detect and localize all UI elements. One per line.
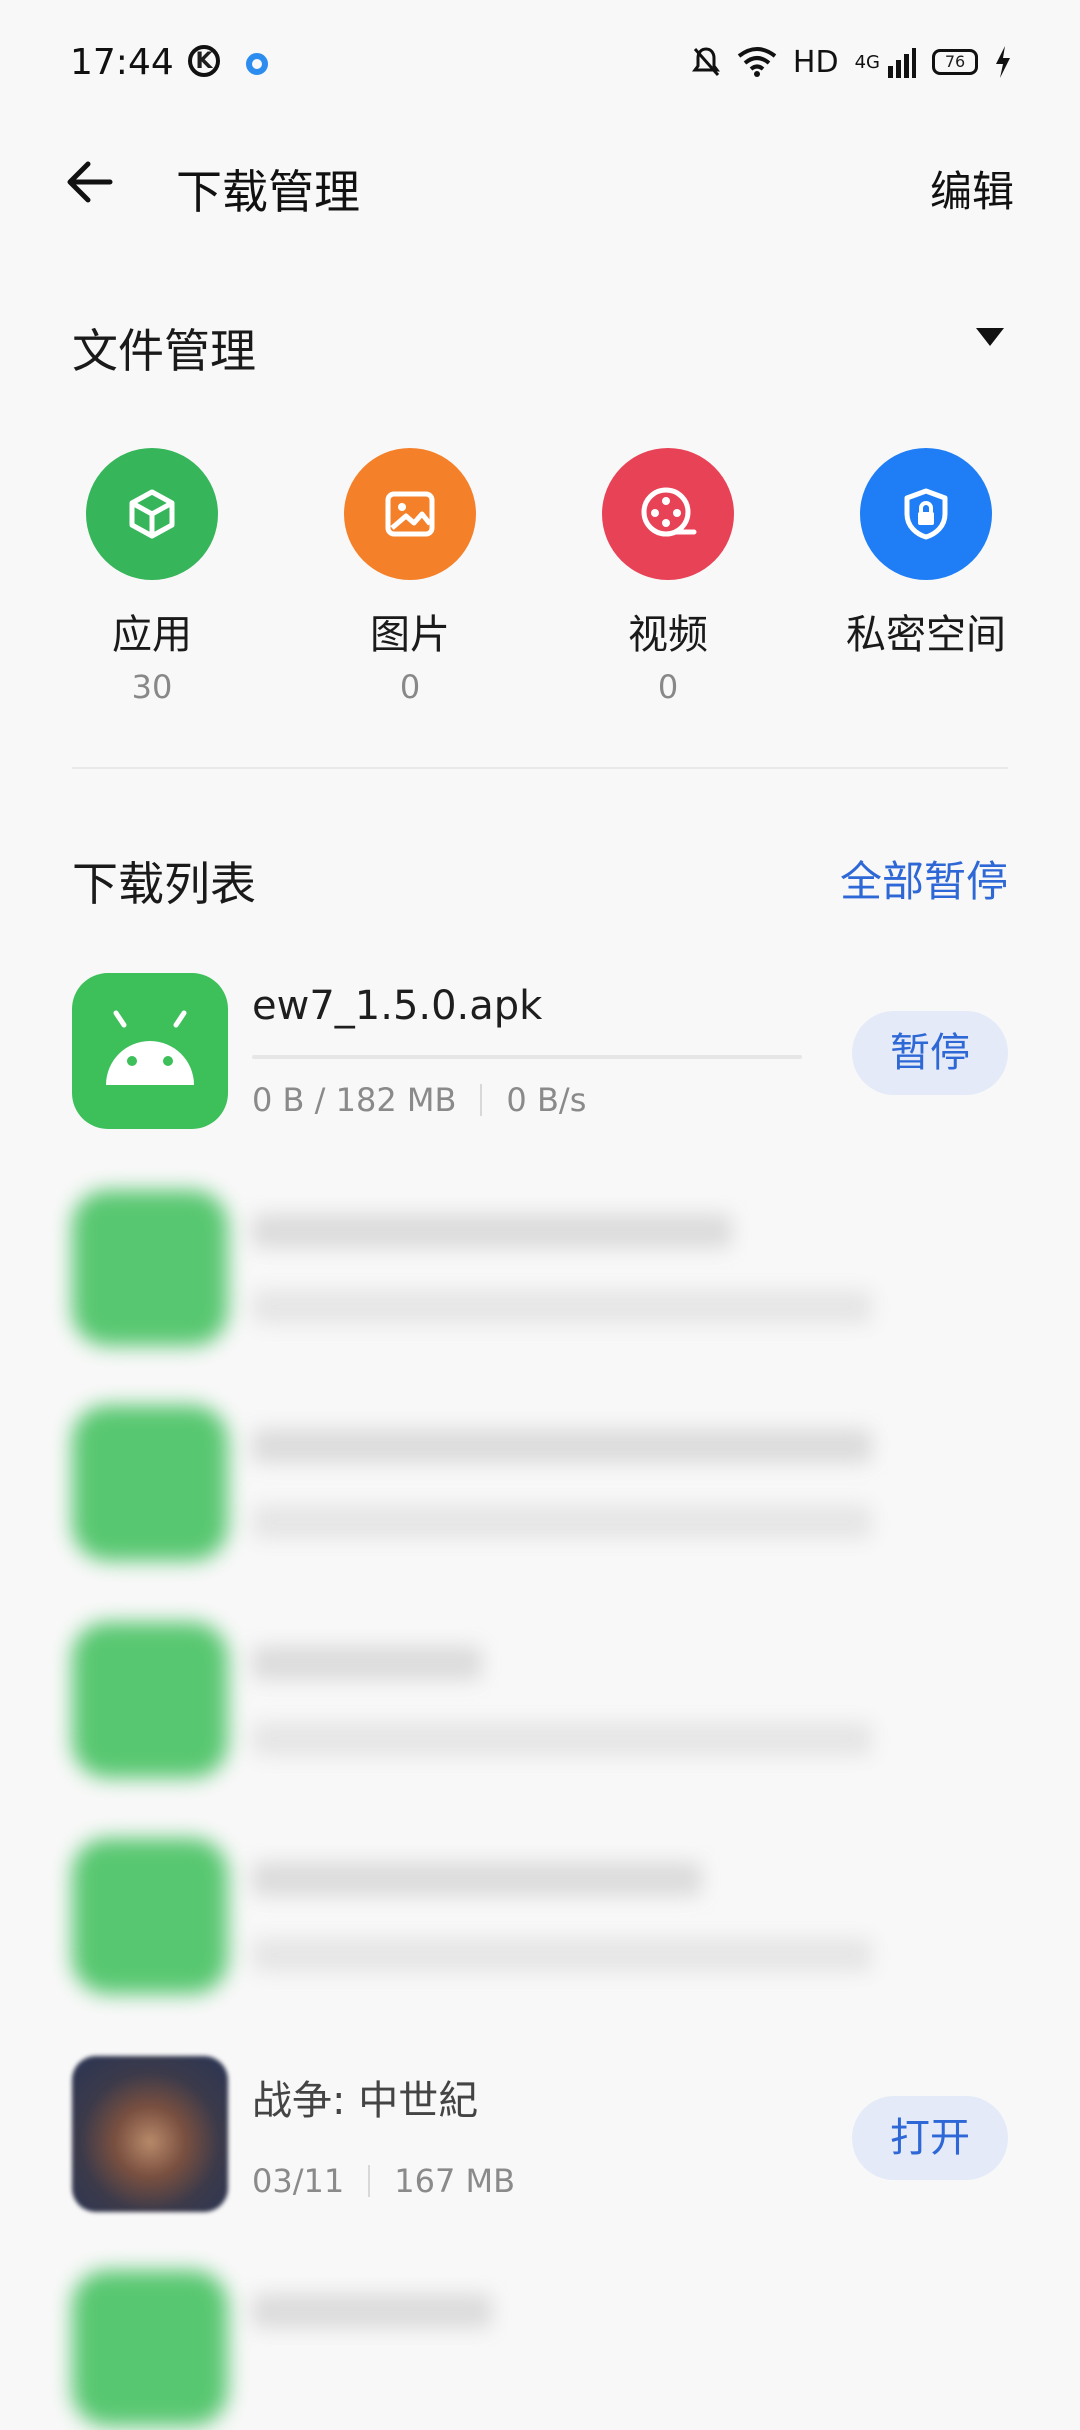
category-label: 图片 xyxy=(370,612,450,658)
wifi-icon xyxy=(737,47,777,77)
blurred-name xyxy=(252,1862,702,1896)
download-item-blurred[interactable] xyxy=(0,1838,1080,1998)
app-header: 下载管理 编辑 xyxy=(0,130,1080,235)
blurred-name xyxy=(252,2294,492,2328)
bell-muted-icon xyxy=(691,47,720,76)
blurred-name xyxy=(252,1646,482,1680)
category-apps[interactable]: 应用 30 xyxy=(22,448,282,706)
android-app-icon xyxy=(72,1838,228,1994)
download-file-name: 战争: 中世紀 xyxy=(252,2078,479,2124)
download-meta: 03/11 167 MB xyxy=(252,2162,515,2200)
category-videos[interactable]: 视频 0 xyxy=(538,448,798,706)
download-size: 167 MB xyxy=(394,2162,516,2200)
hd-label: HD xyxy=(792,44,839,80)
back-arrow-icon[interactable] xyxy=(60,152,120,212)
download-item-blurred[interactable] xyxy=(0,2270,1080,2430)
k-app-icon: K xyxy=(188,45,220,77)
battery-icon: 76 xyxy=(932,49,978,75)
download-file-name: ew7_1.5.0.apk xyxy=(252,983,543,1029)
download-item-blurred[interactable] xyxy=(0,1405,1080,1565)
image-icon xyxy=(344,448,476,580)
category-label: 应用 xyxy=(112,612,192,658)
section-divider xyxy=(72,767,1008,769)
game-app-icon xyxy=(72,2056,228,2212)
pause-all-button[interactable]: 全部暂停 xyxy=(840,848,1008,909)
blurred-meta xyxy=(252,1722,872,1756)
category-label: 视频 xyxy=(628,612,708,658)
download-progress-bar xyxy=(252,1055,802,1059)
file-management-title: 文件管理 xyxy=(72,324,256,378)
category-images[interactable]: 图片 0 xyxy=(280,448,540,706)
category-row: 应用 30 图片 0 视频 0 私密空间 xyxy=(0,448,1080,708)
category-count: 30 xyxy=(131,668,173,706)
blurred-name xyxy=(252,1214,732,1248)
status-bar: 17:44 K HD 4G 76 xyxy=(0,0,1080,130)
download-meta: 0 B / 182 MB 0 B/s xyxy=(252,1081,586,1119)
download-item[interactable]: ew7_1.5.0.apk 0 B / 182 MB 0 B/s 暂停 xyxy=(0,973,1080,1133)
download-size: 0 B / 182 MB xyxy=(252,1081,457,1119)
app-box-icon xyxy=(86,448,218,580)
network-type-label: 4G xyxy=(854,51,880,73)
shield-lock-icon xyxy=(860,448,992,580)
blurred-meta xyxy=(252,1938,872,1972)
edit-button[interactable]: 编辑 xyxy=(930,158,1014,219)
meta-separator xyxy=(480,1084,483,1116)
charging-icon xyxy=(996,46,1010,78)
video-reel-icon xyxy=(602,448,734,580)
pause-button[interactable]: 暂停 xyxy=(852,1011,1008,1095)
android-app-icon xyxy=(72,1622,228,1778)
download-item-blurred[interactable] xyxy=(0,1190,1080,1350)
android-app-icon xyxy=(72,1405,228,1561)
signal-icon xyxy=(888,48,916,78)
android-app-icon xyxy=(72,2270,228,2426)
category-label: 私密空间 xyxy=(846,612,1006,658)
blurred-meta xyxy=(252,1505,872,1539)
android-app-icon xyxy=(72,1190,228,1346)
category-count: 0 xyxy=(657,668,679,706)
android-app-icon xyxy=(72,973,228,1129)
page-title: 下载管理 xyxy=(176,165,360,219)
blurred-name xyxy=(252,1429,872,1463)
notification-dot-icon xyxy=(246,53,268,75)
status-indicators: HD 4G 76 xyxy=(691,40,1012,84)
blurred-meta xyxy=(252,1290,872,1324)
download-item[interactable]: 战争: 中世紀 03/11 167 MB 打开 xyxy=(0,2056,1080,2216)
download-item-blurred[interactable] xyxy=(0,1622,1080,1782)
category-count: 0 xyxy=(399,668,421,706)
download-speed: 0 B/s xyxy=(506,1081,587,1119)
status-time: 17:44 xyxy=(70,42,174,83)
dropdown-arrow-icon[interactable] xyxy=(976,328,1004,346)
meta-separator xyxy=(368,2165,371,2197)
open-button[interactable]: 打开 xyxy=(852,2096,1008,2180)
download-list-title: 下载列表 xyxy=(72,857,256,911)
category-private-space[interactable]: 私密空间 xyxy=(796,448,1056,668)
download-date: 03/11 xyxy=(252,2162,345,2200)
